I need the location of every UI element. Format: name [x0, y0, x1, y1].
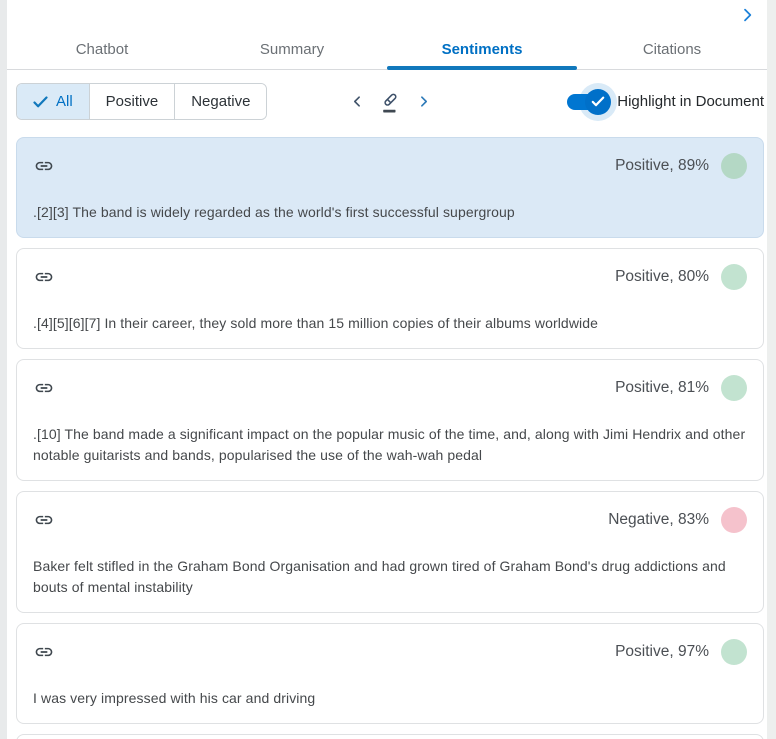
scrollbar-track[interactable] [767, 0, 776, 739]
sentiment-score-label: Positive, 80% [615, 268, 709, 285]
sentiment-score-label: Negative, 83% [608, 511, 709, 528]
sentiments-toolbar: All Positive Negative Highlight in Docum… [16, 82, 764, 121]
filter-positive-button[interactable]: Positive [88, 84, 175, 119]
sentiment-card[interactable]: Positive, 81% .[10] The band made a sign… [16, 359, 764, 481]
sentiment-color-dot [721, 507, 747, 533]
sentiment-text: .[2][3] The band is widely regarded as t… [33, 204, 515, 220]
previous-sentiment-button[interactable] [345, 88, 369, 116]
highlight-toggle-label: Highlight in Document [617, 93, 764, 110]
highlight-in-document-toggle[interactable] [567, 82, 618, 121]
sentiment-score-label: Positive, 89% [615, 157, 709, 174]
sentiment-card-partial[interactable] [16, 734, 764, 739]
link-icon[interactable] [33, 509, 55, 531]
panel-top-bar [7, 0, 767, 30]
card-header: Negative, 83% [33, 507, 747, 533]
tab-citations[interactable]: Citations [577, 30, 767, 69]
card-header: Positive, 97% [33, 639, 747, 665]
sentiment-card[interactable]: Positive, 80% .[4][5][6][7] In their car… [16, 248, 764, 349]
card-header: Positive, 80% [33, 264, 747, 290]
sentiment-text: I was very impressed with his car and dr… [33, 690, 316, 706]
highlighter-button[interactable] [378, 88, 402, 116]
sentiment-card[interactable]: Negative, 83% Baker felt stifled in the … [16, 491, 764, 613]
filter-all-button[interactable]: All [17, 84, 89, 119]
chevron-right-icon [739, 7, 755, 23]
next-sentiment-button[interactable] [411, 88, 435, 116]
chevron-left-icon [351, 95, 364, 108]
filter-negative-button[interactable]: Negative [174, 84, 267, 119]
checkmark-icon [33, 95, 48, 108]
filter-all-label: All [56, 93, 73, 110]
toggle-knob [585, 88, 612, 115]
highlight-nav-group [345, 88, 435, 116]
tab-summary[interactable]: Summary [197, 30, 387, 69]
collapse-panel-button[interactable] [735, 3, 759, 27]
page-left-margin [0, 0, 7, 739]
tab-sentiments[interactable]: Sentiments [387, 30, 577, 70]
checkmark-icon [591, 96, 605, 107]
sentiment-color-dot [721, 153, 747, 179]
sentiment-text: .[4][5][6][7] In their career, they sold… [33, 315, 599, 331]
card-header: Positive, 81% [33, 375, 747, 401]
sentiment-card[interactable]: Positive, 89% .[2][3] The band is widely… [16, 137, 764, 238]
highlight-toggle-group: Highlight in Document [567, 82, 764, 121]
link-icon[interactable] [33, 155, 55, 177]
sentiment-color-dot [721, 264, 747, 290]
tab-bar: Chatbot Summary Sentiments Citations [7, 30, 767, 70]
tab-chatbot[interactable]: Chatbot [7, 30, 197, 69]
highlighter-pen-icon [379, 90, 401, 114]
sentiment-score-label: Positive, 81% [615, 379, 709, 396]
sentiments-panel: Chatbot Summary Sentiments Citations All… [7, 0, 767, 739]
link-icon[interactable] [33, 377, 55, 399]
sentiment-text: Baker felt stifled in the Graham Bond Or… [33, 558, 726, 595]
sentiment-text: .[10] The band made a significant impact… [33, 426, 746, 463]
sentiment-color-dot [721, 375, 747, 401]
card-header: Positive, 89% [33, 153, 747, 179]
sentiment-score-label: Positive, 97% [615, 643, 709, 660]
chevron-right-icon [417, 95, 430, 108]
link-icon[interactable] [33, 641, 55, 663]
sentiment-card[interactable]: Positive, 97% I was very impressed with … [16, 623, 764, 724]
link-icon[interactable] [33, 266, 55, 288]
sentiment-filter-group: All Positive Negative [16, 83, 268, 120]
sentiment-card-list: Positive, 89% .[2][3] The band is widely… [16, 137, 764, 739]
sentiment-color-dot [721, 639, 747, 665]
